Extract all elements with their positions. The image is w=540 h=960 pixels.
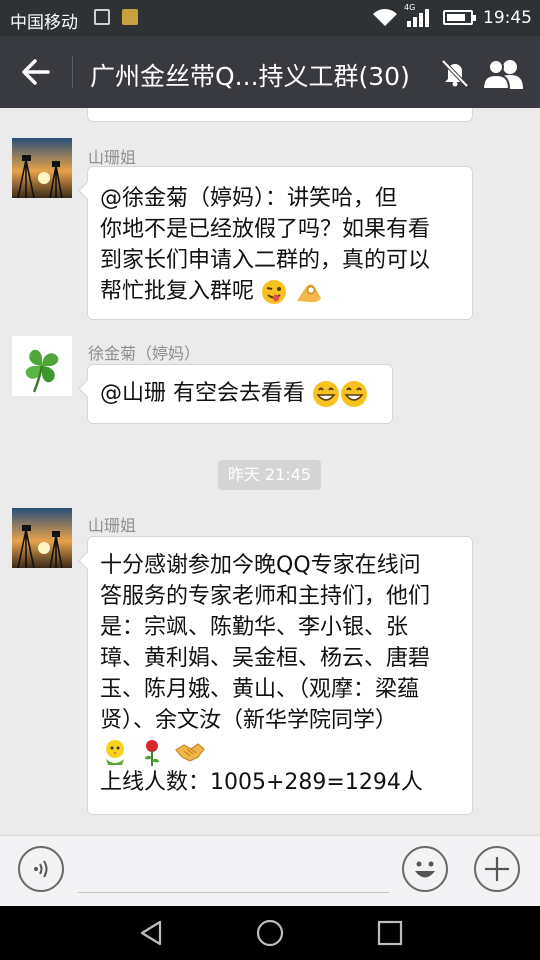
- message-text-line: 玉、陈月娥、黄山、（观摩：梁蕴: [100, 677, 420, 702]
- message-text-line: 你地不是已经放假了吗？如果有看: [100, 217, 431, 242]
- carrier-name: 中国移动: [10, 13, 78, 33]
- chat-message-list[interactable]: 山珊姐 @徐金菊（婷妈）：讲笑哈，但 你地不是已经放假了吗？如果有看 到家长们申…: [0, 108, 540, 835]
- back-arrow-icon[interactable]: [16, 52, 56, 92]
- sender-name: 山珊姐: [88, 516, 137, 535]
- signal-icon: [407, 9, 429, 27]
- message-text: @山珊 有空会去看看: [100, 381, 305, 406]
- app-notification-icon: [122, 9, 138, 25]
- message-bubble[interactable]: @徐金菊（婷妈）：讲笑哈，但 你地不是已经放假了吗？如果有看 到家长们申请入二群…: [87, 166, 473, 320]
- emoji-line: [100, 736, 460, 767]
- message-text-line: @山珊 有空会去看看: [100, 378, 380, 409]
- nav-recents-icon[interactable]: [375, 918, 405, 948]
- message-bubble[interactable]: 十分感谢参加今晚QQ专家在线问 答服务的专家老师和主持们，他们 是：宗飒、陈勤华…: [87, 536, 473, 815]
- time-separator: 昨天 21:45: [218, 460, 321, 490]
- message-text: 帮忙批复入群呢: [100, 279, 255, 304]
- sender-avatar[interactable]: [12, 508, 72, 568]
- message-notification-icon: [94, 9, 110, 25]
- more-options-button[interactable]: [474, 846, 520, 892]
- rose-emoji-icon: [145, 740, 159, 766]
- status-bar: 中国移动 4G 19:45: [0, 0, 540, 36]
- message-text-line: 上线人数：1005+289=1294人: [100, 770, 423, 795]
- chat-title: 广州金丝带Q...持义工群(30): [90, 62, 410, 91]
- message-text-line: 璋、黄利娟、吴金桓、杨云、唐碧: [100, 646, 431, 671]
- grinning-emoji-icon: [341, 381, 367, 407]
- smiley-icon: [415, 861, 435, 878]
- title-bar: 广州金丝带Q...持义工群(30): [0, 36, 540, 108]
- sender-avatar[interactable]: [12, 138, 72, 198]
- message-text-line: @徐金菊（婷妈）：讲笑哈，但: [100, 186, 398, 211]
- nav-back-icon[interactable]: [136, 918, 166, 948]
- sender-avatar[interactable]: [12, 336, 72, 396]
- voice-icon: [34, 860, 48, 878]
- ok-hand-emoji-icon: [297, 284, 322, 303]
- message-text-line: 十分感谢参加今晚QQ专家在线问: [100, 553, 421, 578]
- sunset-tripod-photo: [12, 508, 72, 568]
- sender-name: 山珊姐: [88, 148, 137, 167]
- clock: 19:45: [483, 8, 532, 28]
- winking-tongue-emoji-icon: [262, 280, 287, 304]
- grinning-emoji-icon: [313, 381, 339, 407]
- nav-home-icon[interactable]: [255, 918, 285, 948]
- previous-message-bubble[interactable]: [87, 108, 473, 122]
- battery-icon: [443, 10, 476, 25]
- mute-bell-icon: [441, 59, 469, 88]
- message-text-line: 贤）、余文汝（新华学院同学）: [100, 708, 398, 733]
- plus-icon: [485, 857, 509, 881]
- input-bar: [0, 835, 540, 906]
- handshake-emoji-icon: [175, 743, 205, 762]
- message-text-line: 到家长们申请入二群的，真的可以: [100, 248, 431, 273]
- sender-name: 徐金菊（婷妈）: [88, 344, 201, 363]
- voice-input-button[interactable]: [18, 846, 64, 892]
- message-input[interactable]: [78, 892, 389, 893]
- wifi-icon: [373, 9, 397, 26]
- battery-level: [447, 14, 465, 21]
- title-divider: [72, 56, 73, 88]
- four-leaf-clover-photo: [12, 336, 72, 396]
- emoji-button[interactable]: [402, 846, 448, 892]
- group-members-icon[interactable]: [482, 56, 526, 90]
- chick-emoji-icon: [106, 740, 124, 765]
- message-text-line: 帮忙批复入群呢: [100, 276, 460, 307]
- message-text-line: 是：宗飒、陈勤华、李小银、张: [100, 615, 409, 640]
- system-navigation-bar: [0, 906, 540, 960]
- message-bubble[interactable]: @山珊 有空会去看看: [87, 364, 393, 424]
- sunset-tripod-photo: [12, 138, 72, 198]
- message-text-line: 答服务的专家老师和主持们，他们: [100, 584, 431, 609]
